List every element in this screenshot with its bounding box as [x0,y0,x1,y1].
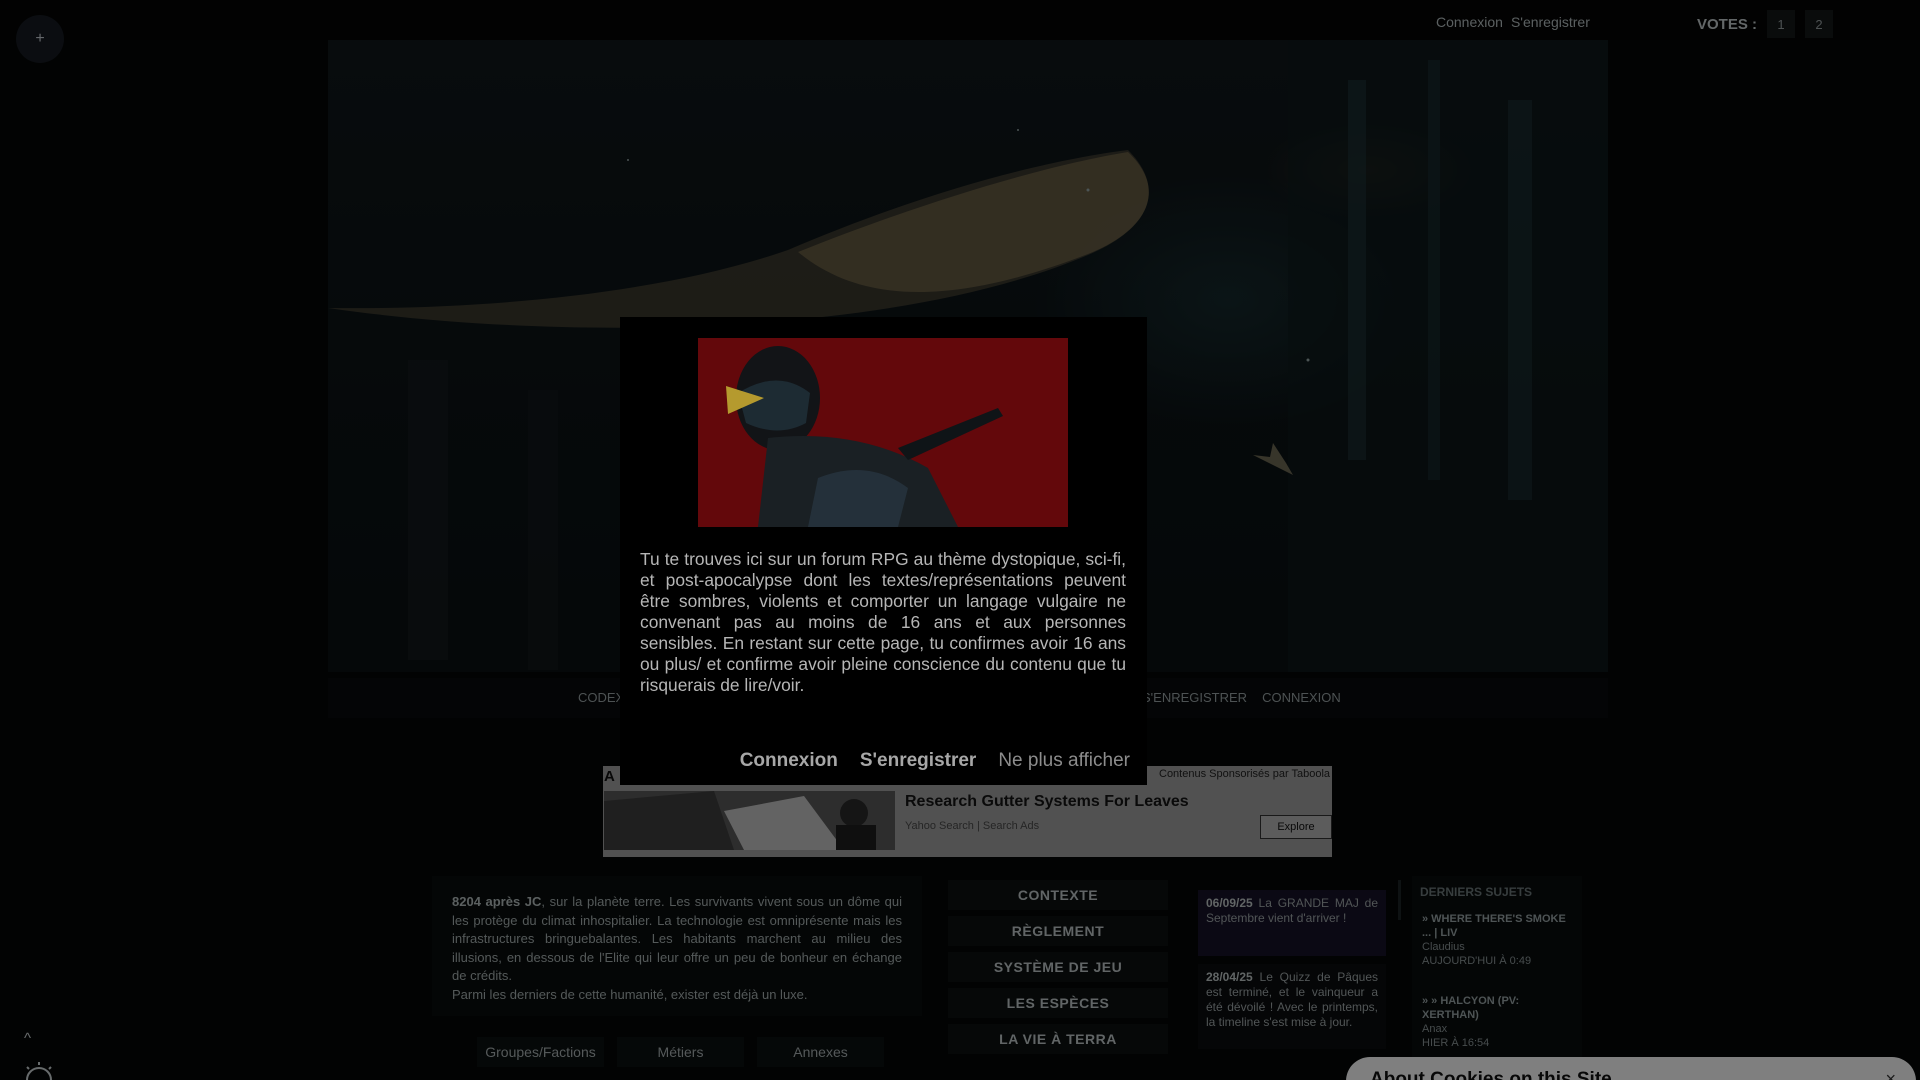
modal-actions: Connexion S'enregistrer Ne plus afficher [620,750,1147,772]
modal-dismiss-button[interactable]: Ne plus afficher [998,750,1130,772]
modal-illustration [698,338,1068,527]
content-warning-modal: Tu te trouves ici sur un forum RPG au th… [620,317,1147,785]
content-warning-text: Tu te trouves ici sur un forum RPG au th… [640,549,1126,695]
modal-register-button[interactable]: S'enregistrer [860,750,976,772]
modal-login-button[interactable]: Connexion [740,750,838,772]
armored-figure-illustration [698,338,1068,527]
